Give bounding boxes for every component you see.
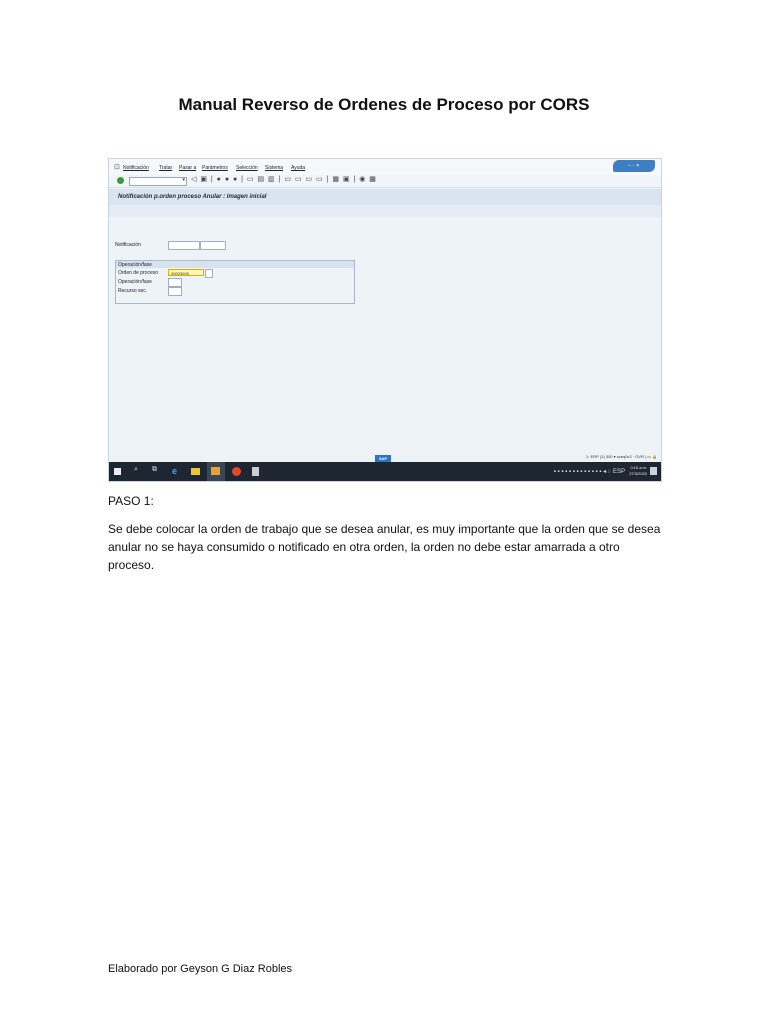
document-title: Manual Reverso de Ordenes de Proceso por… bbox=[178, 95, 590, 114]
clock-date: 27/3/2020 bbox=[629, 471, 647, 476]
window-controls[interactable]: – ▫ ✕ bbox=[613, 160, 655, 172]
menu-sistema[interactable]: Sistema bbox=[265, 165, 283, 171]
search-help-button[interactable] bbox=[205, 269, 213, 278]
notificacion-label: Notificación bbox=[115, 242, 141, 248]
notificacion-field-2[interactable] bbox=[200, 241, 226, 250]
document-footer: Elaborado por Geyson G Diaz Robles bbox=[108, 963, 293, 975]
menu-parametros[interactable]: Parámetros bbox=[202, 165, 228, 171]
enter-icon[interactable] bbox=[117, 177, 124, 184]
recurso-label: Recurso sec. bbox=[118, 288, 148, 294]
sap-logon-icon[interactable] bbox=[211, 467, 220, 475]
sap-logo: SAP bbox=[375, 455, 391, 462]
operacion-label: Operación/fase bbox=[118, 279, 152, 285]
application-toolbar bbox=[109, 205, 661, 217]
windows-taskbar: ⌕ ⧉ e ▪ ▪ ▪ ▪ ▪ ▪ ▪ ▪ ▪ ▪ ▪ ▪ ▪ ◂ ◌ ESP … bbox=[109, 462, 661, 481]
step-label: PASO 1: bbox=[108, 494, 154, 508]
menu-notificacion[interactable]: Notificación bbox=[123, 165, 149, 171]
explorer-icon[interactable] bbox=[191, 468, 200, 475]
edge-icon[interactable]: e bbox=[172, 466, 182, 476]
calculator-icon[interactable] bbox=[252, 467, 259, 476]
menu-pasar-a[interactable]: Pasar a bbox=[179, 165, 196, 171]
command-field[interactable]: ▾ bbox=[129, 177, 187, 186]
toolbar-icons[interactable]: ◁ ▣ | ● ● ● | ▭ ▤ ▥ | ▭ ▭ ▭ ▭ | ▦ ▣ | ◉ … bbox=[191, 175, 377, 183]
step-paragraph: Se debe colocar la orden de trabajo que … bbox=[108, 522, 661, 572]
tray-language: ESP bbox=[612, 469, 625, 475]
screen-titlebar: Notificación p.orden proceso Anular : Im… bbox=[109, 189, 661, 217]
menu-tratar[interactable]: Tratar bbox=[159, 165, 172, 171]
operacion-group: Operación/fase Orden de proceso 40003005… bbox=[115, 260, 355, 304]
orden-label: Orden de proceso bbox=[118, 270, 159, 276]
operacion-field[interactable] bbox=[168, 278, 182, 287]
menu-icon[interactable]: ⊡ bbox=[114, 163, 120, 171]
task-view-icon[interactable]: ⧉ bbox=[152, 466, 162, 476]
notificacion-field[interactable] bbox=[168, 241, 200, 250]
menu-ayuda[interactable]: Ayuda bbox=[291, 165, 305, 171]
sap-screenshot: ⊡ Notificación Tratar Pasar a Parámetros… bbox=[108, 158, 662, 482]
group-title: Operación/fase bbox=[118, 262, 152, 268]
sap-toolbar: ▾ ◁ ▣ | ● ● ● | ▭ ▤ ▥ | ▭ ▭ ▭ ▭ | ▦ ▣ | … bbox=[109, 175, 661, 188]
search-icon[interactable]: ⌕ bbox=[134, 466, 144, 476]
taskbar-clock[interactable]: 0:16 a.m. 27/3/2020 bbox=[629, 465, 647, 477]
sap-menubar: ⊡ Notificación Tratar Pasar a Parámetros… bbox=[109, 159, 661, 175]
menu-seleccion[interactable]: Selección bbox=[236, 165, 258, 171]
system-tray[interactable]: ▪ ▪ ▪ ▪ ▪ ▪ ▪ ▪ ▪ ▪ ▪ ▪ ▪ ◂ ◌ ESP bbox=[554, 468, 625, 475]
windows-start-icon[interactable] bbox=[114, 468, 121, 475]
recurso-field[interactable] bbox=[168, 287, 182, 296]
notification-icon[interactable] bbox=[650, 467, 657, 475]
chrome-icon[interactable] bbox=[232, 467, 241, 476]
screen-title: Notificación p.orden proceso Anular : Im… bbox=[118, 194, 267, 200]
status-bar: ▷ ERP (1) 300 ▾ sceq0c3 · OVR | ▭ 🔒 bbox=[586, 454, 657, 459]
orden-field[interactable]: 40003005 bbox=[168, 269, 204, 276]
chevron-down-icon[interactable]: ▾ bbox=[182, 177, 185, 183]
